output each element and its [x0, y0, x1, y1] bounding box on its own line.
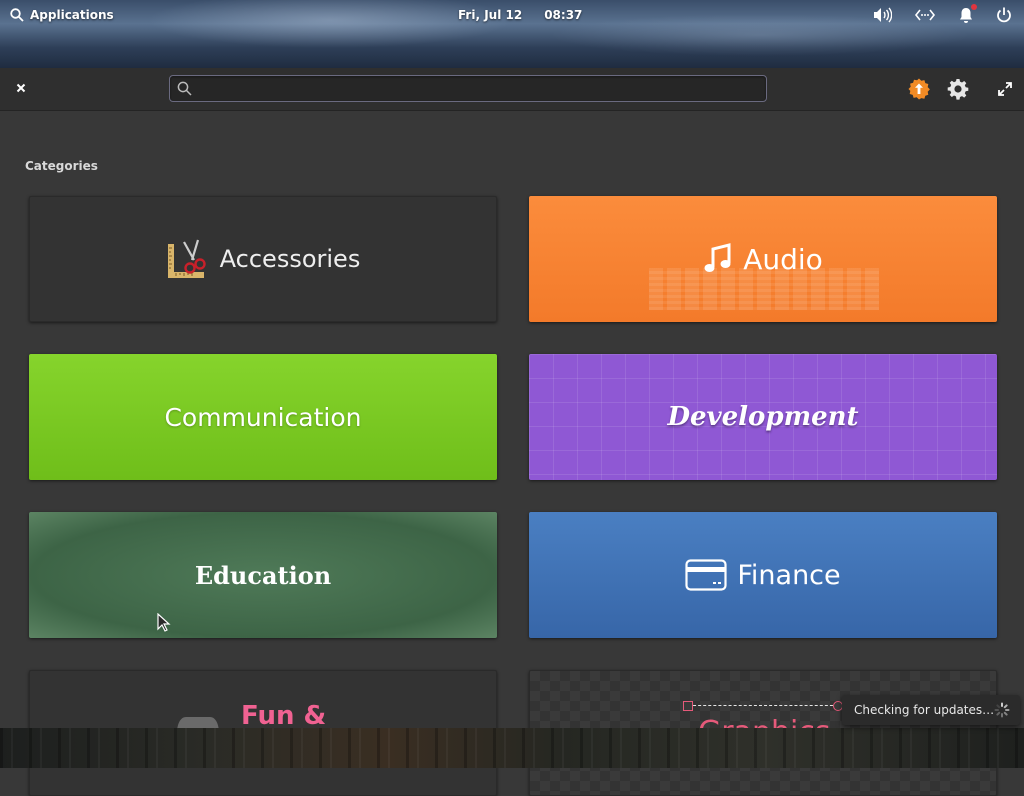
applications-menu-button[interactable]: Applications — [10, 8, 114, 22]
fullscreen-button[interactable] — [996, 80, 1014, 98]
time-label: 08:37 — [544, 8, 583, 22]
category-communication[interactable]: Communication — [29, 354, 497, 480]
category-label: Communication — [164, 402, 362, 432]
volume-icon[interactable] — [872, 6, 892, 24]
notification-badge — [971, 4, 977, 10]
app-headerbar — [0, 68, 1024, 111]
category-label: Fun & — [241, 701, 327, 731]
power-icon[interactable] — [996, 6, 1012, 24]
category-label: Finance — [737, 559, 841, 591]
search-icon — [10, 8, 24, 22]
music-note-icon — [704, 243, 731, 272]
spinner-icon — [994, 702, 1010, 718]
category-audio[interactable]: Audio — [529, 196, 997, 322]
category-development[interactable]: Development — [529, 354, 997, 480]
desktop-wallpaper-strip — [0, 728, 1024, 768]
mouse-cursor-icon — [157, 613, 171, 632]
search-icon — [177, 81, 192, 96]
system-panel: Applications Fri, Jul 12 08:37 — [0, 0, 1024, 68]
close-button[interactable] — [12, 79, 30, 97]
category-finance[interactable]: Finance — [529, 512, 997, 638]
categories-heading: Categories — [25, 159, 98, 173]
category-education[interactable]: Education — [29, 512, 497, 638]
network-icon[interactable] — [914, 6, 936, 24]
fullscreen-icon — [998, 82, 1012, 96]
search-field[interactable] — [169, 75, 767, 102]
notification-bell-icon[interactable] — [958, 4, 977, 24]
date-label: Fri, Jul 12 — [458, 8, 523, 22]
applications-label: Applications — [30, 8, 114, 22]
settings-button[interactable] — [947, 78, 969, 100]
close-icon — [16, 83, 26, 93]
toast-message: Checking for updates… — [854, 703, 995, 717]
gear-icon — [947, 79, 969, 100]
update-status-toast: Checking for updates… — [842, 695, 1020, 725]
category-label: Education — [194, 560, 332, 590]
category-label: Development — [667, 402, 859, 432]
updates-button[interactable] — [908, 78, 930, 100]
system-tray — [872, 4, 1012, 24]
date-time-indicator[interactable]: Fri, Jul 12 08:37 — [458, 8, 582, 22]
category-accessories[interactable]: Accessories — [29, 196, 497, 322]
accessories-icon — [167, 239, 206, 278]
category-label: Accessories — [219, 245, 361, 273]
update-badge-icon — [908, 78, 930, 100]
category-label: Audio — [743, 242, 823, 276]
search-input[interactable] — [198, 78, 762, 101]
credit-card-icon — [685, 559, 727, 591]
